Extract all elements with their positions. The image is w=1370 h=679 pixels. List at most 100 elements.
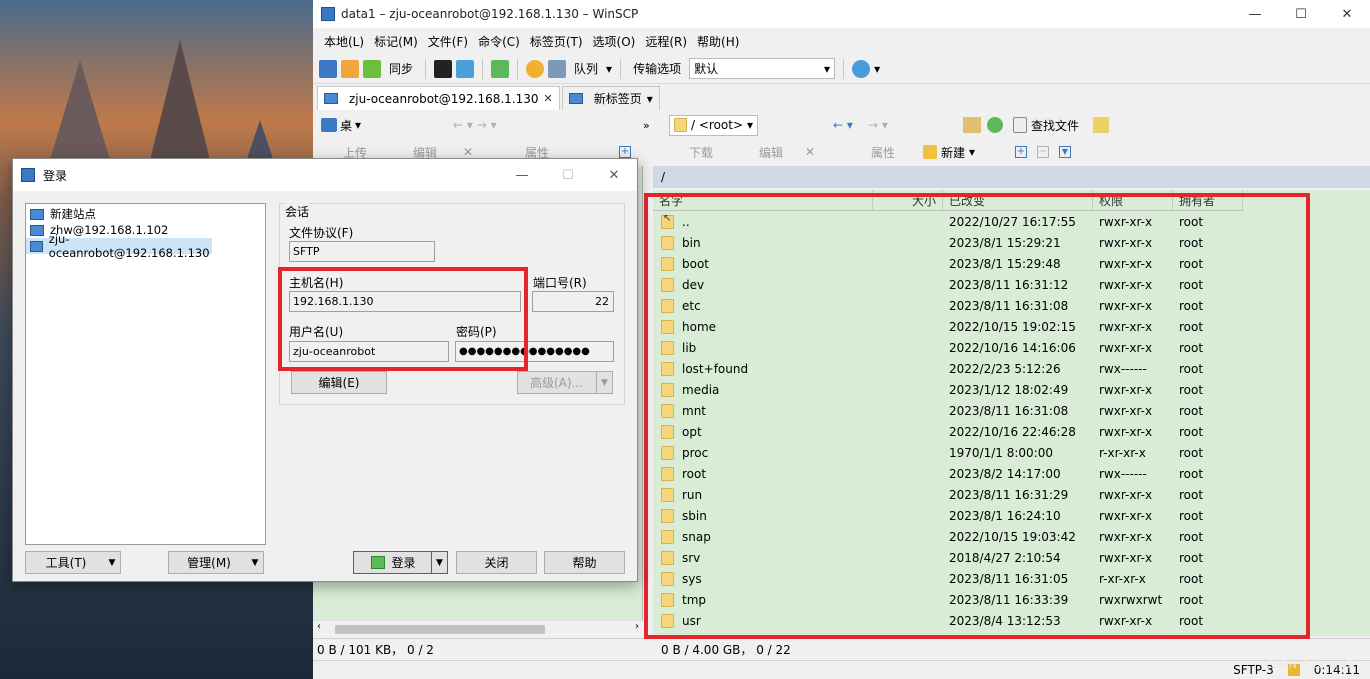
edit-button[interactable]: 编辑(E) bbox=[291, 371, 387, 394]
sync-browse-icon[interactable] bbox=[341, 59, 359, 78]
tab-session[interactable]: zju-oceanrobot@192.168.1.130 ✕ bbox=[317, 86, 560, 110]
file-row[interactable]: etc 2023/8/11 16:31:08 rwxr-xr-x root bbox=[653, 295, 1243, 316]
column-owner[interactable]: 拥有者 bbox=[1173, 190, 1243, 210]
dialog-maximize-button[interactable]: ☐ bbox=[545, 168, 591, 183]
maximize-button[interactable]: ☐ bbox=[1278, 0, 1324, 28]
chevron-down-icon[interactable]: ▼ bbox=[596, 372, 612, 393]
transfer-options-select[interactable]: 默认 ▾ bbox=[689, 58, 836, 79]
back-icon[interactable]: ← ▾ → ▾ bbox=[453, 118, 497, 132]
remote-path-select[interactable]: / <root> ▾ bbox=[669, 114, 759, 136]
file-row[interactable]: run 2023/8/11 16:31:29 rwxr-xr-x root bbox=[653, 484, 1243, 505]
file-row[interactable]: root 2023/8/2 14:17:00 rwx------ root bbox=[653, 463, 1243, 484]
file-row[interactable]: proc 1970/1/1 8:00:00 r-xr-xr-x root bbox=[653, 442, 1243, 463]
menu-tabs[interactable]: 标签页(T) bbox=[525, 33, 588, 50]
scroll-right-icon[interactable]: › bbox=[635, 621, 639, 632]
parent-dir-icon[interactable] bbox=[533, 116, 551, 134]
remote-properties-button[interactable]: 属性 bbox=[871, 144, 895, 161]
close-button[interactable]: ✕ bbox=[1324, 0, 1370, 28]
putty-icon[interactable] bbox=[456, 59, 475, 78]
new-button[interactable]: 新建 ▾ bbox=[923, 144, 975, 161]
minus-icon[interactable]: − bbox=[1037, 146, 1049, 158]
menu-remote[interactable]: 远程(R) bbox=[640, 33, 692, 50]
compare-icon[interactable] bbox=[319, 59, 337, 78]
file-row[interactable]: dev 2023/8/11 16:31:12 rwxr-xr-x root bbox=[653, 274, 1243, 295]
help-button[interactable]: 帮助 bbox=[544, 551, 625, 574]
file-row[interactable]: home 2022/10/15 19:02:15 rwxr-xr-x root bbox=[653, 316, 1243, 337]
file-row[interactable]: sys 2023/8/11 16:31:05 r-xr-xr-x root bbox=[653, 568, 1243, 589]
file-row[interactable]: boot 2023/8/1 15:29:48 rwxr-xr-x root bbox=[653, 253, 1243, 274]
file-row[interactable]: opt 2022/10/16 22:46:28 rwxr-xr-x root bbox=[653, 421, 1243, 442]
file-row[interactable]: .. 2022/10/27 16:17:55 rwxr-xr-x root bbox=[653, 211, 1243, 232]
file-row[interactable]: usr 2023/8/4 13:12:53 rwxr-xr-x root bbox=[653, 610, 1243, 631]
advanced-button[interactable]: 高级(A)... ▼ bbox=[517, 371, 613, 394]
column-changed[interactable]: 已改变 bbox=[943, 190, 1093, 210]
chevron-down-icon[interactable]: ▼ bbox=[431, 552, 447, 573]
plus-icon[interactable]: + bbox=[619, 146, 631, 158]
column-name[interactable]: 名字 bbox=[653, 190, 873, 210]
manage-button[interactable]: 管理(M) ▼ bbox=[168, 551, 264, 574]
filter-icon[interactable]: ▼ bbox=[1059, 146, 1071, 158]
menu-help[interactable]: 帮助(H) bbox=[692, 33, 744, 50]
tab-new[interactable]: 新标签页 ▾ bbox=[561, 86, 660, 110]
download-button[interactable]: 下载 bbox=[689, 144, 713, 161]
globe-icon[interactable] bbox=[852, 59, 871, 78]
find-files-button[interactable]: 查找文件 bbox=[1013, 117, 1079, 134]
file-row[interactable]: mnt 2023/8/11 16:31:08 rwxr-xr-x root bbox=[653, 400, 1243, 421]
queue-icon[interactable] bbox=[548, 59, 567, 78]
menu-file[interactable]: 文件(F) bbox=[423, 33, 473, 50]
bookmark-icon[interactable] bbox=[1093, 117, 1109, 133]
login-button[interactable]: 登录 ▼ bbox=[353, 551, 448, 574]
terminal-icon[interactable] bbox=[434, 59, 453, 78]
scroll-left-icon[interactable]: ‹ bbox=[317, 621, 321, 632]
menu-mark[interactable]: 标记(M) bbox=[369, 33, 423, 50]
minimize-button[interactable]: — bbox=[1232, 0, 1278, 28]
user-field[interactable]: zju-oceanrobot bbox=[289, 341, 449, 362]
file-row[interactable]: media 2023/1/12 18:02:49 rwxr-xr-x root bbox=[653, 379, 1243, 400]
site-item-oceanrobot[interactable]: zju-oceanrobot@192.168.1.130 bbox=[26, 232, 212, 260]
dialog-minimize-button[interactable]: — bbox=[499, 168, 545, 183]
remote-delete-icon[interactable]: ✕ bbox=[805, 145, 815, 159]
scrollbar-thumb[interactable] bbox=[335, 625, 545, 634]
file-row[interactable]: lost+found 2022/2/23 5:12:26 rwx------ root bbox=[653, 358, 1243, 379]
refresh-icon[interactable] bbox=[987, 117, 1003, 133]
host-field[interactable]: 192.168.1.130 bbox=[289, 291, 521, 312]
file-row[interactable]: lib 2022/10/16 14:16:06 rwxr-xr-x root bbox=[653, 337, 1243, 358]
horizontal-scrollbar[interactable]: ‹ › bbox=[313, 620, 643, 636]
remote-edit-button[interactable]: 编辑 bbox=[759, 144, 783, 161]
dialog-close-button[interactable]: ✕ bbox=[591, 168, 637, 183]
password-field[interactable]: ●●●●●●●●●●●●●●● bbox=[455, 341, 614, 362]
menu-command[interactable]: 命令(C) bbox=[473, 33, 525, 50]
open-folder-icon[interactable] bbox=[373, 116, 391, 134]
chevron-down-icon[interactable]: ▾ bbox=[606, 62, 612, 76]
menu-options[interactable]: 选项(O) bbox=[588, 33, 641, 50]
chevron-down-icon[interactable]: ▾ bbox=[874, 62, 880, 76]
file-row[interactable]: srv 2018/4/27 2:10:54 rwxr-xr-x root bbox=[653, 547, 1243, 568]
menu-local[interactable]: 本地(L) bbox=[319, 33, 369, 50]
local-drive-select[interactable]: 桌 ▾ bbox=[321, 117, 361, 134]
column-size[interactable]: 大小 bbox=[873, 190, 943, 210]
sync-label[interactable]: 同步 bbox=[389, 60, 413, 77]
queue-label[interactable]: 队列 bbox=[574, 60, 598, 77]
close-tab-icon[interactable]: ✕ bbox=[544, 92, 553, 105]
sync-icon[interactable] bbox=[363, 59, 381, 78]
toolbar-overflow-icon[interactable]: » bbox=[643, 119, 650, 132]
file-row[interactable]: sbin 2023/8/1 16:24:10 rwxr-xr-x root bbox=[653, 505, 1243, 526]
port-field[interactable]: 22 bbox=[532, 291, 614, 312]
plus-icon[interactable]: + bbox=[1015, 146, 1027, 158]
file-row[interactable]: tmp 2023/8/11 16:33:39 rwxrwxrwt root bbox=[653, 589, 1243, 610]
forward-icon[interactable]: → ▾ bbox=[868, 118, 888, 132]
site-tree[interactable]: 新建站点 zhw@192.168.1.102 zju-oceanrobot@19… bbox=[25, 203, 266, 545]
back-icon[interactable]: ← ▾ bbox=[833, 118, 853, 132]
file-row[interactable]: snap 2022/10/15 19:03:42 rwxr-xr-x root bbox=[653, 526, 1243, 547]
file-row[interactable]: bin 2023/8/1 15:29:21 rwxr-xr-x root bbox=[653, 232, 1243, 253]
column-rights[interactable]: 权限 bbox=[1093, 190, 1173, 210]
protocol-select[interactable]: SFTP bbox=[289, 241, 435, 262]
tools-button[interactable]: 工具(T) ▼ bbox=[25, 551, 121, 574]
site-item-new[interactable]: 新建站点 bbox=[26, 206, 265, 222]
home-icon[interactable] bbox=[963, 117, 981, 133]
remote-file-list[interactable]: 名字 大小 已改变 权限 拥有者 .. 2022/10/27 16:17:55 rw… bbox=[653, 190, 1370, 636]
refresh-icon[interactable] bbox=[491, 59, 510, 78]
close-dialog-button[interactable]: 关闭 bbox=[456, 551, 537, 574]
local-delete-icon[interactable]: ✕ bbox=[463, 145, 473, 159]
gear-icon[interactable] bbox=[526, 59, 545, 78]
